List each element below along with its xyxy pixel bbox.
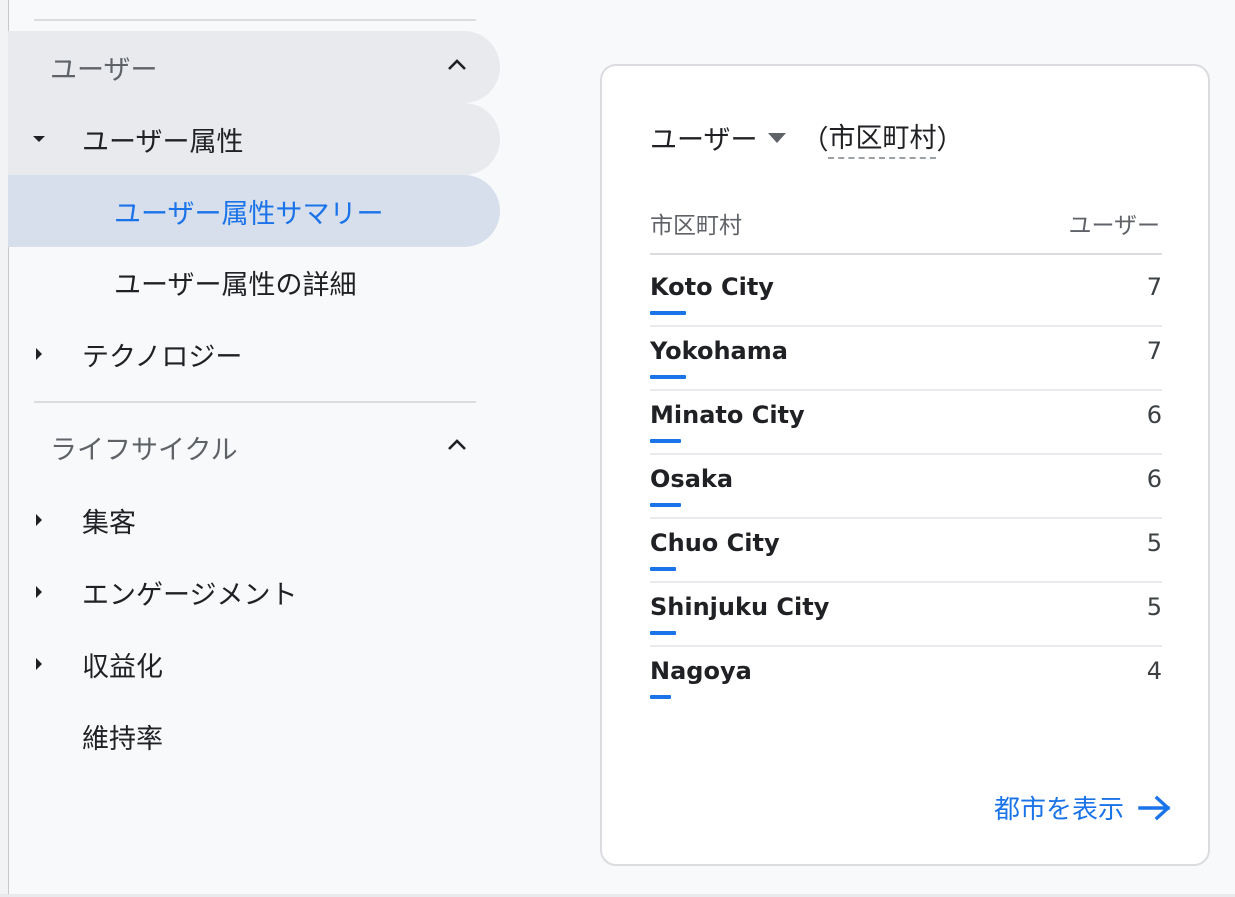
city-name: Nagoya — [650, 657, 752, 685]
sidebar-item-engagement[interactable]: エンゲージメント — [8, 556, 500, 628]
header-divider — [650, 253, 1162, 255]
row-divider — [650, 517, 1162, 519]
arrow-right-icon — [1138, 795, 1171, 820]
section-lifecycle-label: ライフサイクル — [50, 434, 238, 466]
sidebar-item-retention[interactable]: 維持率 — [8, 700, 500, 772]
city-name: Yokohama — [650, 337, 788, 365]
sidebar-item-label: テクノロジー — [82, 341, 243, 373]
share-bar — [650, 375, 686, 379]
table-row[interactable]: Yokohama 7 — [650, 329, 1162, 393]
column-header-users: ユーザー — [1068, 213, 1160, 239]
row-divider — [650, 389, 1162, 391]
share-bar — [650, 439, 681, 443]
table-row[interactable]: Shinjuku City 5 — [650, 585, 1162, 649]
sidebar-item-label: ユーザー属性 — [82, 126, 244, 158]
user-count: 5 — [1146, 593, 1162, 621]
sidebar-divider — [34, 401, 476, 403]
table-row[interactable]: Nagoya 4 — [650, 649, 1162, 713]
user-count: 7 — [1146, 337, 1162, 365]
row-divider — [650, 581, 1162, 583]
column-header-city: 市区町村 — [650, 213, 742, 239]
city-users-card: ユーザー （ 市区町村 ） 市区町村 ユーザー Koto City 7 Yokoha… — [600, 64, 1210, 866]
city-name: Osaka — [650, 465, 734, 493]
share-bar — [650, 311, 686, 315]
section-users[interactable]: ユーザー — [8, 31, 500, 103]
sidebar-item-label: 収益化 — [82, 651, 163, 683]
sidebar-divider — [34, 19, 476, 21]
caret-right-icon — [36, 514, 42, 526]
user-count: 6 — [1146, 401, 1162, 429]
row-divider — [650, 325, 1162, 327]
view-cities-label: 都市を表示 — [993, 795, 1124, 825]
sidebar-item-label: ユーザー属性の詳細 — [114, 269, 357, 301]
section-users-label: ユーザー — [50, 54, 158, 86]
sidebar-item-label: エンゲージメント — [82, 579, 298, 611]
share-bar — [650, 503, 681, 507]
row-divider — [650, 645, 1162, 647]
dimension-selector[interactable]: 市区町村 — [828, 116, 937, 159]
share-bar — [650, 567, 676, 571]
table-row[interactable]: Chuo City 5 — [650, 521, 1162, 585]
sidebar-item-acquisition[interactable]: 集客 — [8, 484, 500, 556]
sidebar-item-attributes-detail[interactable]: ユーザー属性の詳細 — [8, 246, 500, 318]
dropdown-arrow-icon — [768, 132, 787, 143]
sidebar-item-label: 集客 — [82, 507, 136, 539]
share-bar — [650, 631, 676, 635]
city-name: Minato City — [650, 401, 805, 429]
view-cities-link[interactable]: 都市を表示 — [994, 789, 1172, 826]
sidebar-item-attributes-summary[interactable]: ユーザー属性サマリー — [8, 175, 500, 247]
row-divider — [650, 453, 1162, 455]
caret-right-icon — [36, 348, 42, 360]
city-name: Koto City — [650, 273, 774, 301]
caret-down-icon — [33, 136, 45, 142]
table-row[interactable]: Koto City 7 — [650, 265, 1162, 329]
caret-right-icon — [36, 586, 42, 598]
sidebar-item-technology[interactable]: テクノロジー — [8, 318, 500, 390]
user-count: 7 — [1146, 273, 1162, 301]
user-count: 5 — [1146, 529, 1162, 557]
metric-label: ユーザー — [650, 125, 758, 156]
table-row[interactable]: Osaka 6 — [650, 457, 1162, 521]
chevron-up-icon[interactable] — [446, 57, 468, 71]
user-count: 4 — [1146, 657, 1162, 685]
sidebar-item-label: ユーザー属性サマリー — [114, 198, 384, 230]
caret-right-icon — [36, 658, 42, 670]
city-name: Shinjuku City — [650, 593, 830, 621]
table-row[interactable]: Minato City 6 — [650, 393, 1162, 457]
sidebar-item-user-attributes[interactable]: ユーザー属性 — [8, 103, 500, 175]
city-name: Chuo City — [650, 529, 780, 557]
sidebar-item-monetization[interactable]: 収益化 — [8, 628, 500, 700]
chevron-up-icon[interactable] — [446, 437, 468, 451]
section-lifecycle[interactable]: ライフサイクル — [8, 411, 500, 483]
metric-dropdown[interactable]: ユーザー — [650, 118, 801, 157]
card-title: ユーザー （ 市区町村 ） — [650, 116, 963, 159]
share-bar — [650, 695, 671, 699]
paren-close: ） — [936, 125, 964, 156]
user-count: 6 — [1146, 465, 1162, 493]
sidebar-item-label: 維持率 — [82, 723, 163, 755]
paren-open: （ — [801, 125, 829, 156]
